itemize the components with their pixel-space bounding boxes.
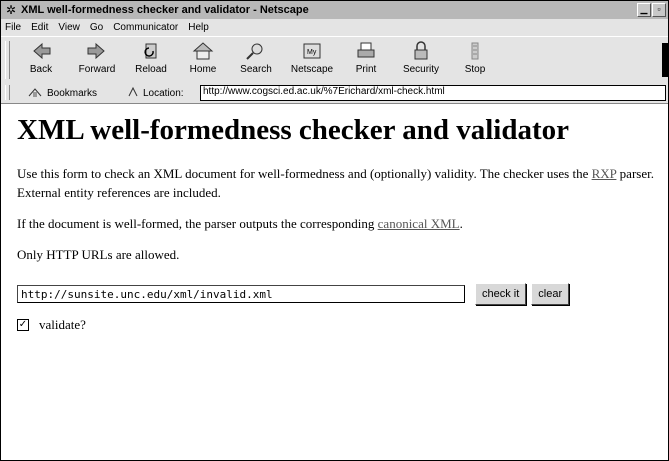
netscape-button[interactable]: My Netscape	[286, 39, 338, 81]
page-title: XML well-formedness checker and validato…	[17, 114, 570, 146]
menu-file[interactable]: File	[1, 22, 26, 33]
minimize-button[interactable]: ▁	[637, 3, 651, 17]
security-button[interactable]: Security	[395, 39, 447, 81]
forward-button[interactable]: Forward	[71, 39, 123, 81]
page-proxy-icon[interactable]	[127, 86, 139, 101]
check-form: check it clear	[17, 283, 668, 305]
menu-edit[interactable]: Edit	[26, 22, 53, 33]
svg-text:My: My	[307, 49, 317, 56]
toolbar-grip[interactable]	[5, 41, 10, 79]
print-icon	[351, 39, 381, 63]
home-button[interactable]: Home	[177, 39, 229, 81]
check-it-button[interactable]: check it	[475, 283, 527, 305]
back-button[interactable]: Back	[15, 39, 67, 81]
validate-checkbox[interactable]: ✓	[17, 319, 29, 331]
clear-button[interactable]: clear	[531, 283, 570, 305]
location-toolbar-grip[interactable]	[5, 85, 10, 100]
canonical-xml-link[interactable]: canonical XML	[378, 216, 460, 231]
reload-icon	[136, 39, 166, 63]
document-url-input[interactable]	[17, 285, 465, 303]
intro-paragraph: Use this form to check an XML document f…	[17, 166, 654, 200]
page-content: XML well-formedness checker and validato…	[1, 104, 668, 460]
search-button[interactable]: Search	[230, 39, 282, 81]
location-toolbar: Bookmarks Location: http://www.cogsci.ed…	[1, 83, 668, 104]
netscape-logo-icon: ✲	[5, 3, 17, 17]
security-lock-icon	[406, 39, 436, 63]
validate-label: validate?	[39, 317, 86, 332]
print-button[interactable]: Print	[340, 39, 392, 81]
stop-button[interactable]: Stop	[449, 39, 501, 81]
location-label: Location:	[127, 85, 184, 101]
rxp-link[interactable]: RXP	[592, 166, 617, 181]
bookmarks-button[interactable]: Bookmarks	[27, 85, 97, 101]
menu-communicator[interactable]: Communicator	[108, 22, 183, 33]
window-controls: ▁ ▫	[637, 3, 666, 17]
bookmarks-icon	[27, 86, 43, 101]
search-icon	[241, 39, 271, 63]
http-note: Only HTTP URLs are allowed.	[17, 247, 180, 262]
reload-button[interactable]: Reload	[125, 39, 177, 81]
menu-view[interactable]: View	[53, 22, 85, 33]
menu-go[interactable]: Go	[85, 22, 108, 33]
canonical-paragraph: If the document is well-formed, the pars…	[17, 216, 463, 231]
back-arrow-icon	[26, 39, 56, 63]
browser-window: ✲ XML well-formedness checker and valida…	[0, 0, 669, 461]
netscape-throbber	[662, 43, 668, 77]
stop-icon	[460, 39, 490, 63]
menu-help[interactable]: Help	[183, 22, 214, 33]
home-icon	[188, 39, 218, 63]
location-url-field[interactable]: http://www.cogsci.ed.ac.uk/%7Erichard/xm…	[200, 85, 666, 101]
navigation-toolbar: Back Forward Reload Home Search My Netsc…	[1, 36, 668, 84]
netscape-icon: My	[297, 39, 327, 63]
forward-arrow-icon	[82, 39, 112, 63]
maximize-button[interactable]: ▫	[652, 3, 666, 17]
validate-option: ✓ validate?	[17, 317, 668, 333]
title-bar: ✲ XML well-formedness checker and valida…	[1, 1, 668, 19]
window-title: XML well-formedness checker and validato…	[21, 4, 309, 16]
menu-bar: File Edit View Go Communicator Help	[1, 19, 668, 36]
